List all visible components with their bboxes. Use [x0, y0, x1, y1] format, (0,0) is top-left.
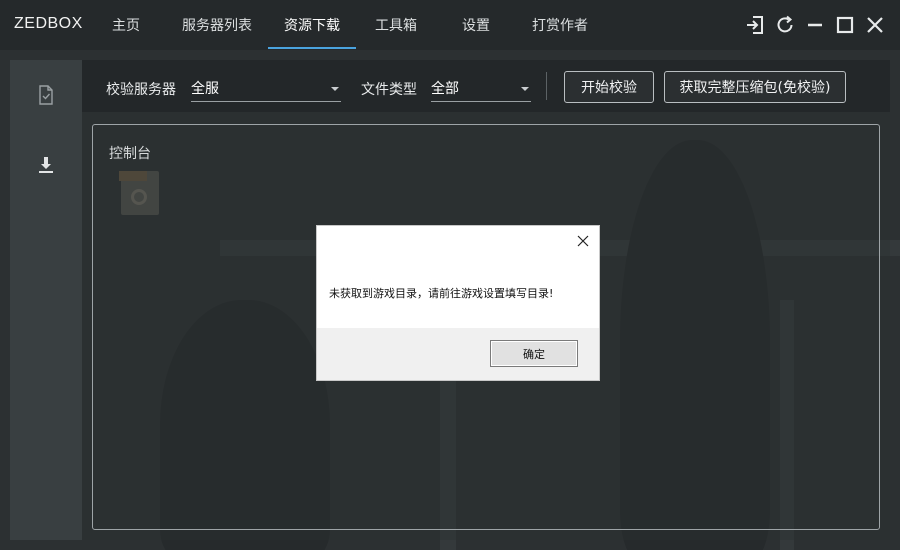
file-check-icon	[35, 84, 57, 110]
filetype-label: 文件类型	[361, 82, 417, 98]
sidebar-item-download[interactable]	[10, 132, 82, 202]
server-select-value: 全服	[191, 81, 219, 97]
filetype-select-value: 全部	[431, 81, 459, 97]
chevron-down-icon	[331, 87, 339, 91]
console-title: 控制台	[109, 146, 151, 162]
sidebar	[10, 60, 82, 540]
close-icon[interactable]	[575, 233, 591, 249]
chevron-down-icon	[521, 87, 529, 91]
filetype-select[interactable]: 全部	[431, 74, 531, 102]
start-verify-button[interactable]: 开始校验	[564, 71, 654, 103]
full-package-button[interactable]: 获取完整压缩包(免校验)	[664, 71, 846, 103]
dialog-message: 未获取到游戏目录，请前往游戏设置填写目录!	[329, 287, 554, 300]
tab-toolbox[interactable]: 工具箱	[375, 15, 417, 35]
toolbar-divider	[546, 72, 547, 100]
file-icon	[119, 171, 159, 215]
server-select[interactable]: 全服	[191, 74, 341, 102]
tab-settings[interactable]: 设置	[462, 15, 490, 35]
app-brand: ZEDBOX	[14, 15, 83, 32]
tab-server-list[interactable]: 服务器列表	[182, 15, 252, 35]
sidebar-item-verify[interactable]	[10, 62, 82, 132]
tab-donate[interactable]: 打赏作者	[532, 15, 588, 35]
alert-dialog: 未获取到游戏目录，请前往游戏设置填写目录! 确定	[317, 226, 599, 380]
dialog-footer: 确定	[317, 328, 599, 380]
download-icon	[35, 154, 57, 180]
toolbar: 校验服务器 全服 文件类型 全部 开始校验 获取完整压缩包(免校验)	[82, 60, 890, 112]
exit-icon[interactable]	[744, 14, 766, 36]
title-bar: ZEDBOX 主页 服务器列表 资源下载 工具箱 设置 打赏作者	[0, 0, 900, 50]
tab-resource-download[interactable]: 资源下载	[284, 15, 340, 35]
close-icon[interactable]	[864, 14, 886, 36]
server-label: 校验服务器	[106, 82, 176, 98]
ok-button[interactable]: 确定	[490, 340, 578, 367]
refresh-icon[interactable]	[774, 14, 796, 36]
active-tab-indicator	[268, 47, 356, 49]
maximize-icon[interactable]	[834, 14, 856, 36]
tab-home[interactable]: 主页	[112, 15, 140, 35]
minimize-icon[interactable]	[804, 14, 826, 36]
